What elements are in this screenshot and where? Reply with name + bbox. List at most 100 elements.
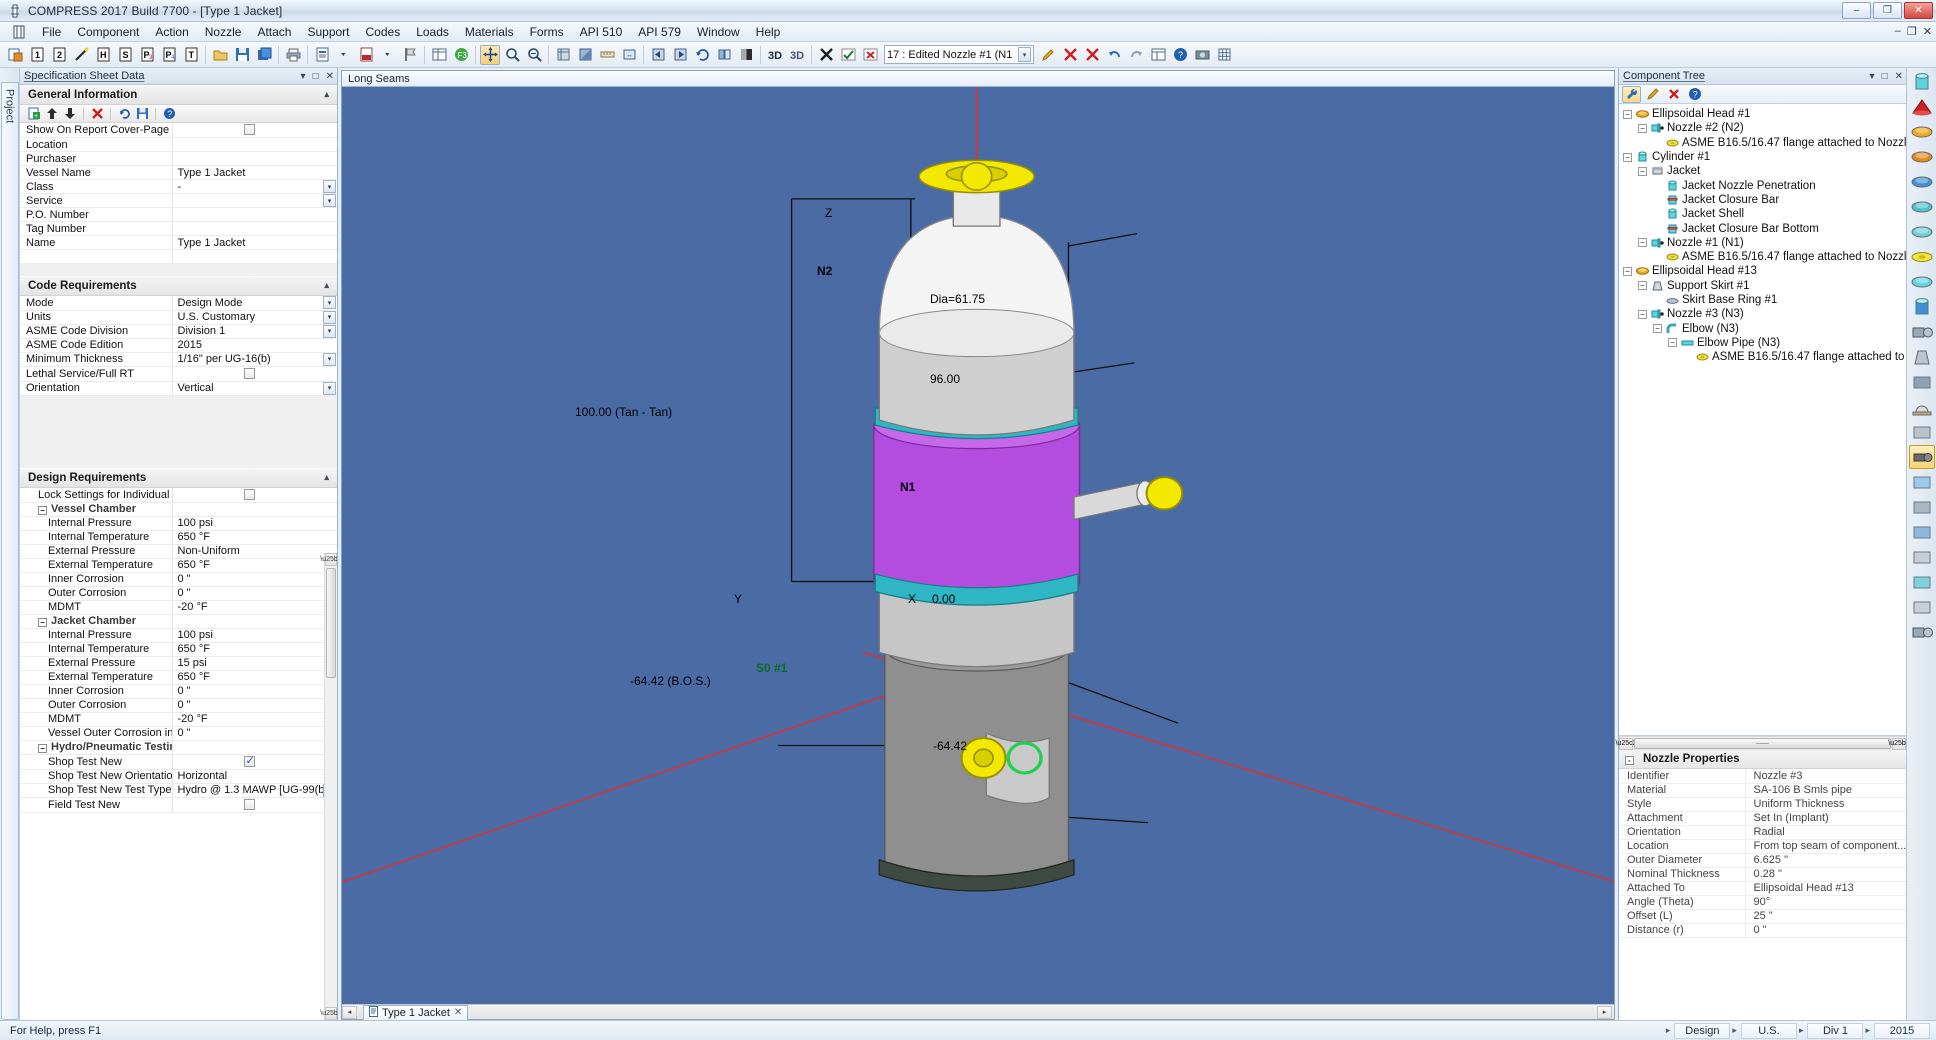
scrollbar-thumb[interactable]	[326, 568, 336, 678]
tree-expander-icon[interactable]: −	[1668, 338, 1677, 348]
undo-icon[interactable]	[1104, 45, 1124, 65]
tree-node[interactable]: − Ellipsoidal Head #1	[1623, 107, 1906, 121]
property-row[interactable]: MDMT -20 °F	[20, 712, 337, 727]
checkmark-icon[interactable]	[838, 45, 858, 65]
tree-node[interactable]: Jacket Closure Bar	[1623, 193, 1906, 207]
add-row-icon[interactable]: +	[26, 106, 42, 121]
page-2-icon[interactable]: 2	[49, 45, 69, 65]
property-row[interactable]: Outer Corrosion 0 "	[20, 586, 337, 601]
support-skirt-icon[interactable]	[1909, 345, 1935, 369]
mdi-minimize-button[interactable]: –	[1895, 25, 1901, 38]
checkbox[interactable]	[243, 754, 255, 767]
property-row[interactable]: Inner Corrosion 0 "	[20, 572, 337, 587]
chevron-up-icon[interactable]: ▴	[324, 472, 329, 483]
property-row[interactable]: Class - ▾	[20, 179, 337, 194]
f3-icon[interactable]: F3	[451, 45, 471, 65]
menu-item-action[interactable]: Action	[147, 23, 196, 41]
tree-node[interactable]: Jacket Closure Bar Bottom	[1623, 221, 1906, 235]
nozzle-side-icon[interactable]	[1909, 620, 1935, 644]
p3-icon[interactable]: P3	[137, 45, 157, 65]
property-value[interactable]: 0 "	[172, 684, 337, 699]
property-row[interactable]: ASME Code Edition 2015	[20, 338, 337, 353]
property-row[interactable]: Minimum Thickness 1/16" per UG-16(b) ▾	[20, 352, 337, 367]
tree-expander-icon[interactable]: −	[1623, 152, 1632, 162]
save-icon[interactable]	[134, 106, 150, 121]
print-icon[interactable]	[283, 45, 303, 65]
nozzle-property-row[interactable]: Nominal Thickness 0.28 "	[1619, 867, 1906, 882]
tree-node[interactable]: − Jacket	[1623, 164, 1906, 178]
property-value[interactable]	[172, 754, 337, 770]
menu-item-api-510[interactable]: API 510	[572, 23, 631, 41]
property-row[interactable]: Vessel Outer Corrosion in Jacke...0 "	[20, 726, 337, 741]
nozzle-property-row[interactable]: Distance (r) 0 "	[1619, 923, 1906, 938]
tree-node[interactable]: ASME B16.5/16.47 flange attached to Nozz…	[1623, 250, 1906, 264]
property-row[interactable]: Purchaser	[20, 151, 337, 166]
lug-icon[interactable]	[1909, 420, 1935, 444]
report-dropdown-icon[interactable]	[334, 45, 354, 65]
nozzle-property-row[interactable]: Attached To Ellipsoidal Head #13	[1619, 881, 1906, 896]
stiffener-icon[interactable]	[1909, 520, 1935, 544]
property-row[interactable]: Location	[20, 137, 337, 152]
property-value[interactable]: 650 °F	[172, 558, 337, 573]
tree-node[interactable]: − Support Skirt #1	[1623, 279, 1906, 293]
property-row[interactable]: Name Type 1 Jacket	[20, 235, 337, 250]
flag-icon[interactable]	[400, 45, 420, 65]
chevron-down-icon[interactable]: ▾	[323, 324, 336, 337]
help-icon[interactable]: ?	[1685, 86, 1704, 103]
tubesheet-icon[interactable]	[1909, 495, 1935, 519]
property-row[interactable]: External Temperature 650 °F	[20, 558, 337, 573]
nozzle-property-row[interactable]: Identifier Nozzle #3	[1619, 769, 1906, 784]
flat-head-icon[interactable]	[1909, 220, 1935, 244]
property-value[interactable]: 650 °F	[172, 530, 337, 545]
pencil-icon[interactable]	[1643, 86, 1662, 103]
delete-row-icon[interactable]	[89, 106, 105, 121]
red-x-icon[interactable]	[1060, 45, 1080, 65]
project-tab[interactable]: Project	[0, 82, 19, 1020]
leg-support-icon[interactable]	[1909, 370, 1935, 394]
plate-icon[interactable]	[1909, 595, 1935, 619]
blue-head-icon[interactable]	[1909, 170, 1935, 194]
property-row[interactable]: Lethal Service/Full RT	[20, 366, 337, 382]
move-down-icon[interactable]	[62, 106, 78, 121]
refresh-icon[interactable]	[116, 106, 132, 121]
menu-item-loads[interactable]: Loads	[408, 23, 457, 41]
property-value[interactable]: Non-Uniform	[172, 544, 337, 559]
property-value[interactable]: 0 "	[172, 586, 337, 601]
selected-bolt-icon[interactable]	[1908, 445, 1935, 469]
property-row[interactable]: Mode Design Mode ▾	[20, 296, 337, 311]
save-all-icon[interactable]	[254, 45, 274, 65]
property-value[interactable]	[172, 487, 337, 503]
property-value[interactable]: Type 1 Jacket	[172, 235, 337, 250]
ring-icon[interactable]	[1909, 470, 1935, 494]
chevron-down-icon[interactable]: ▾	[323, 352, 336, 365]
nozzle-property-row[interactable]: Attachment Set In (Implant)	[1619, 811, 1906, 826]
property-value[interactable]: -20 °F	[172, 600, 337, 615]
panel-close-icon[interactable]: ✕	[1895, 71, 1903, 82]
chevron-down-icon[interactable]: ▾	[323, 180, 336, 193]
property-value[interactable]	[172, 366, 337, 382]
document-tab-type1jacket[interactable]: Type 1 Jacket ✕	[363, 1004, 469, 1020]
chevron-down-icon[interactable]: ▾	[1018, 47, 1031, 62]
property-value[interactable]: 2015	[172, 338, 337, 353]
view-3d-alt-icon[interactable]: 3D	[787, 45, 807, 65]
menu-item-codes[interactable]: Codes	[358, 23, 409, 41]
pencil-icon[interactable]	[1038, 45, 1058, 65]
nozzle-property-row[interactable]: Offset (L) 25 "	[1619, 909, 1906, 924]
menu-item-window[interactable]: Window	[689, 23, 748, 41]
menu-item-api-579[interactable]: API 579	[630, 23, 689, 41]
property-value[interactable]	[172, 207, 337, 222]
checkbox[interactable]	[243, 488, 255, 500]
tree-expander-icon[interactable]: −	[1623, 109, 1632, 119]
property-value[interactable]: Type 1 Jacket	[172, 165, 337, 180]
tree-expander-icon[interactable]: −	[1638, 309, 1647, 319]
chevron-up-icon[interactable]: ▴	[324, 89, 329, 100]
component-tree-hscrollbar[interactable]: \u25c2 ⸺ \u25b8	[1615, 736, 1910, 750]
wrench-icon[interactable]	[1622, 85, 1641, 103]
wand-icon[interactable]	[71, 45, 91, 65]
property-value[interactable]: 100 psi	[172, 516, 337, 531]
half-pipe-icon[interactable]	[1909, 570, 1935, 594]
tree-expander-icon[interactable]: −	[1653, 324, 1662, 334]
property-row[interactable]: Internal Temperature 650 °F	[20, 530, 337, 545]
torispherical-head-icon[interactable]	[1909, 195, 1935, 219]
delete-x-icon[interactable]	[816, 45, 836, 65]
